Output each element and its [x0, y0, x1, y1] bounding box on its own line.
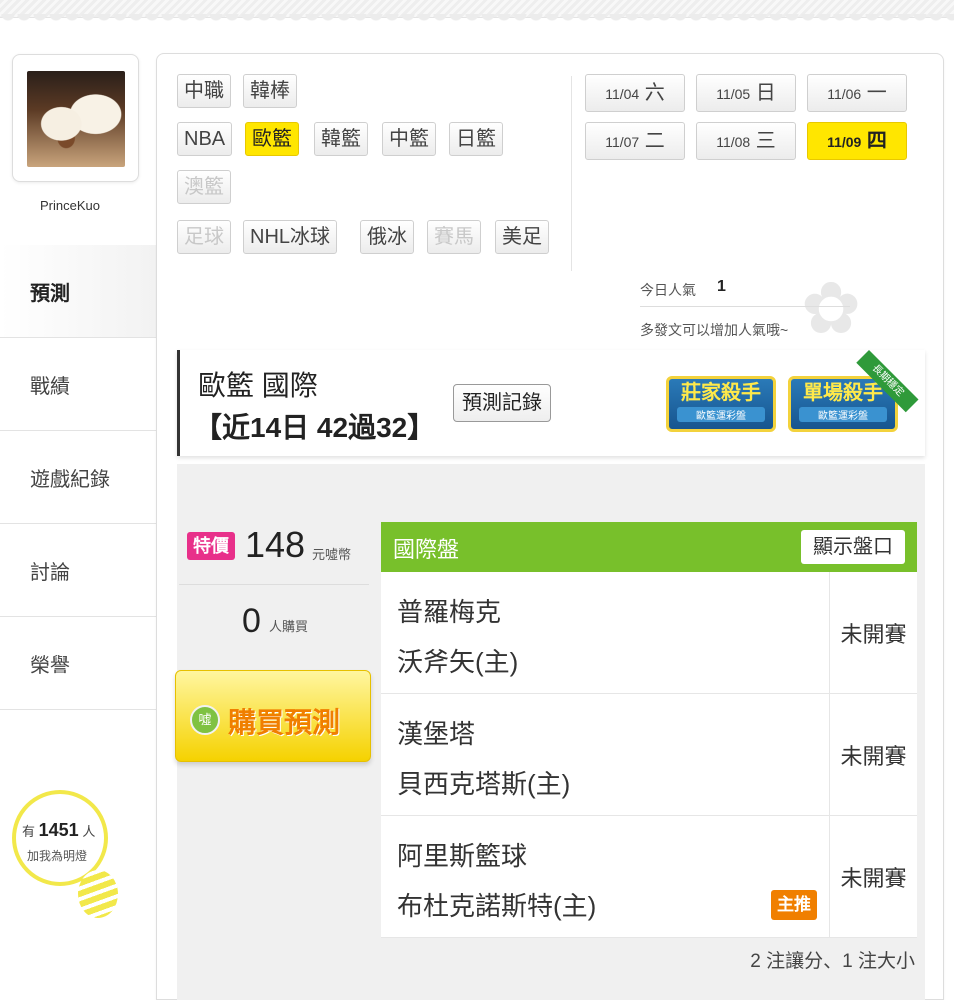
date-tab-1109[interactable]: 11/09 四	[807, 122, 907, 160]
game-status: 未開賽	[829, 694, 917, 815]
league-title: 歐籃 國際	[198, 370, 318, 401]
home-team: 沃斧矢(主)	[397, 647, 519, 677]
sport-tab-kbo[interactable]: 韓棒	[243, 74, 297, 108]
decorative-scallop	[0, 14, 954, 24]
prediction-history-button[interactable]: 預測記錄	[453, 384, 551, 422]
sidebar: PrinceKuo 預測 戰績 遊戲紀錄 討論 榮譽 有 1451 人 加我為明…	[0, 40, 160, 1000]
sport-tab-nfl[interactable]: 美足	[495, 220, 549, 254]
coin-icon: 噓	[190, 705, 220, 735]
date-tab-date: 11/08	[716, 134, 751, 150]
away-team: 普羅梅克	[397, 597, 502, 627]
badge-subtitle: 歐籃運彩盤	[799, 407, 887, 422]
date-tab-1108[interactable]: 11/08 三	[696, 122, 796, 160]
bet-summary: 2 注讓分、1 注大小	[750, 951, 915, 972]
fan-count-suffix: 人	[82, 824, 96, 839]
badge-title: 莊家殺手	[681, 382, 761, 404]
main-panel: 中職 韓棒 NBA 歐籃 韓籃 中籃 日籃 澳籃 足球 NHL冰球 俄冰 賽馬 …	[156, 53, 944, 1000]
show-odds-button[interactable]: 顯示盤口	[801, 530, 905, 564]
sport-tab-japan-basketball[interactable]: 日籃	[449, 122, 503, 156]
date-tab-1105[interactable]: 11/05 日	[696, 74, 796, 112]
table-header: 國際盤 顯示盤口	[381, 522, 917, 572]
sidebar-item-discussion[interactable]: 討論	[0, 524, 158, 617]
table-row[interactable]: 阿里斯籃球 布杜克諾斯特(主) 主推 未開賽	[381, 816, 917, 938]
sidebar-item-prediction[interactable]: 預測	[0, 245, 158, 338]
sport-tab-horse-racing[interactable]: 賽馬	[427, 220, 481, 254]
buyers-unit: 人購買	[269, 619, 309, 634]
popularity-tip: 多發文可以增加人氣哦~	[640, 322, 789, 338]
away-team: 阿里斯籃球	[397, 841, 528, 871]
game-status: 未開賽	[829, 572, 917, 693]
price-value: 148	[245, 524, 306, 565]
price-row: 特價 148 元噓幣	[187, 524, 372, 582]
sidebar-item-honors[interactable]: 榮譽	[0, 617, 158, 710]
sport-tab-nba[interactable]: NBA	[177, 122, 233, 156]
buyers-count: 0	[242, 602, 261, 640]
sport-tab-khl[interactable]: 俄冰	[360, 220, 414, 254]
fan-caption[interactable]: 加我為明燈	[27, 847, 87, 864]
league-header: 歐籃 國際 【近14日 42過32】 預測記錄 莊家殺手 歐籃運彩盤 單場殺手 …	[177, 350, 925, 456]
away-team: 漢堡塔	[397, 719, 476, 749]
game-status: 未開賽	[829, 816, 917, 937]
date-tab-weekday: 二	[644, 130, 665, 152]
table-title: 國際盤	[393, 537, 460, 562]
sidebar-item-record[interactable]: 戰績	[0, 338, 158, 431]
popularity-value: 1	[717, 278, 726, 295]
date-tab-weekday: 三	[755, 130, 776, 152]
badge-subtitle: 歐籃運彩盤	[677, 407, 765, 422]
date-tab-date: 11/06	[827, 86, 862, 102]
date-tab-date: 11/04	[605, 86, 640, 102]
sport-tab-korea-basketball[interactable]: 韓籃	[314, 122, 368, 156]
fan-count-value: 1451	[38, 820, 79, 840]
date-tab-date: 11/07	[605, 134, 640, 150]
sidebar-nav: 預測 戰績 遊戲紀錄 討論 榮譽	[0, 245, 158, 710]
fan-count: 有 1451 人	[22, 820, 95, 841]
sport-tab-soccer[interactable]: 足球	[177, 220, 231, 254]
date-tab-weekday: 日	[755, 82, 776, 104]
sidebar-item-game-history[interactable]: 遊戲紀錄	[0, 431, 158, 524]
date-tab-date: 11/09	[827, 134, 862, 150]
avatar-frame[interactable]	[12, 54, 139, 182]
table-row[interactable]: 普羅梅克 沃斧矢(主) 未開賽	[381, 572, 917, 694]
main-pick-badge: 主推	[771, 890, 817, 920]
home-team: 布杜克諾斯特(主)	[397, 891, 597, 921]
sport-tab-australia-basketball[interactable]: 澳籃	[177, 170, 231, 204]
table-row[interactable]: 漢堡塔 貝西克塔斯(主) 未開賽	[381, 694, 917, 816]
popularity-label: 今日人氣	[640, 282, 696, 298]
date-tab-weekday: 六	[644, 82, 665, 104]
fan-count-prefix: 有	[22, 824, 36, 839]
date-tab-weekday: 四	[866, 130, 887, 152]
sport-tab-nhl[interactable]: NHL冰球	[243, 220, 338, 254]
buyers-divider	[179, 584, 369, 585]
bookmaker-killer-badge[interactable]: 莊家殺手 歐籃運彩盤	[666, 376, 776, 432]
league-record: 【近14日 42過32】	[194, 412, 436, 443]
home-team: 貝西克塔斯(主)	[397, 769, 571, 799]
games-table: 國際盤 顯示盤口 普羅梅克 沃斧矢(主) 未開賽 漢堡塔 貝西克塔斯(主) 未開…	[381, 522, 917, 938]
avatar[interactable]	[27, 71, 125, 167]
lightbulb-base-icon	[78, 870, 118, 918]
date-tab-1107[interactable]: 11/07 二	[585, 122, 685, 160]
buy-prediction-label: 購買預測	[228, 707, 341, 738]
username[interactable]: PrinceKuo	[0, 198, 140, 213]
sport-tab-cpbl[interactable]: 中職	[177, 74, 231, 108]
popularity-divider	[640, 306, 850, 307]
filter-divider	[571, 76, 572, 271]
sport-tab-china-basketball[interactable]: 中籃	[382, 122, 436, 156]
mascot-watermark-icon: ✿	[800, 269, 862, 349]
date-tab-1104[interactable]: 11/04 六	[585, 74, 685, 112]
date-tab-weekday: 一	[866, 82, 887, 104]
date-tab-date: 11/05	[716, 86, 751, 102]
price-unit: 元噓幣	[312, 547, 352, 562]
date-tab-1106[interactable]: 11/06 一	[807, 74, 907, 112]
special-price-tag: 特價	[187, 532, 235, 560]
buy-prediction-button[interactable]: 噓 購買預測	[175, 670, 371, 762]
sport-tab-euro-basketball[interactable]: 歐籃	[245, 122, 299, 156]
